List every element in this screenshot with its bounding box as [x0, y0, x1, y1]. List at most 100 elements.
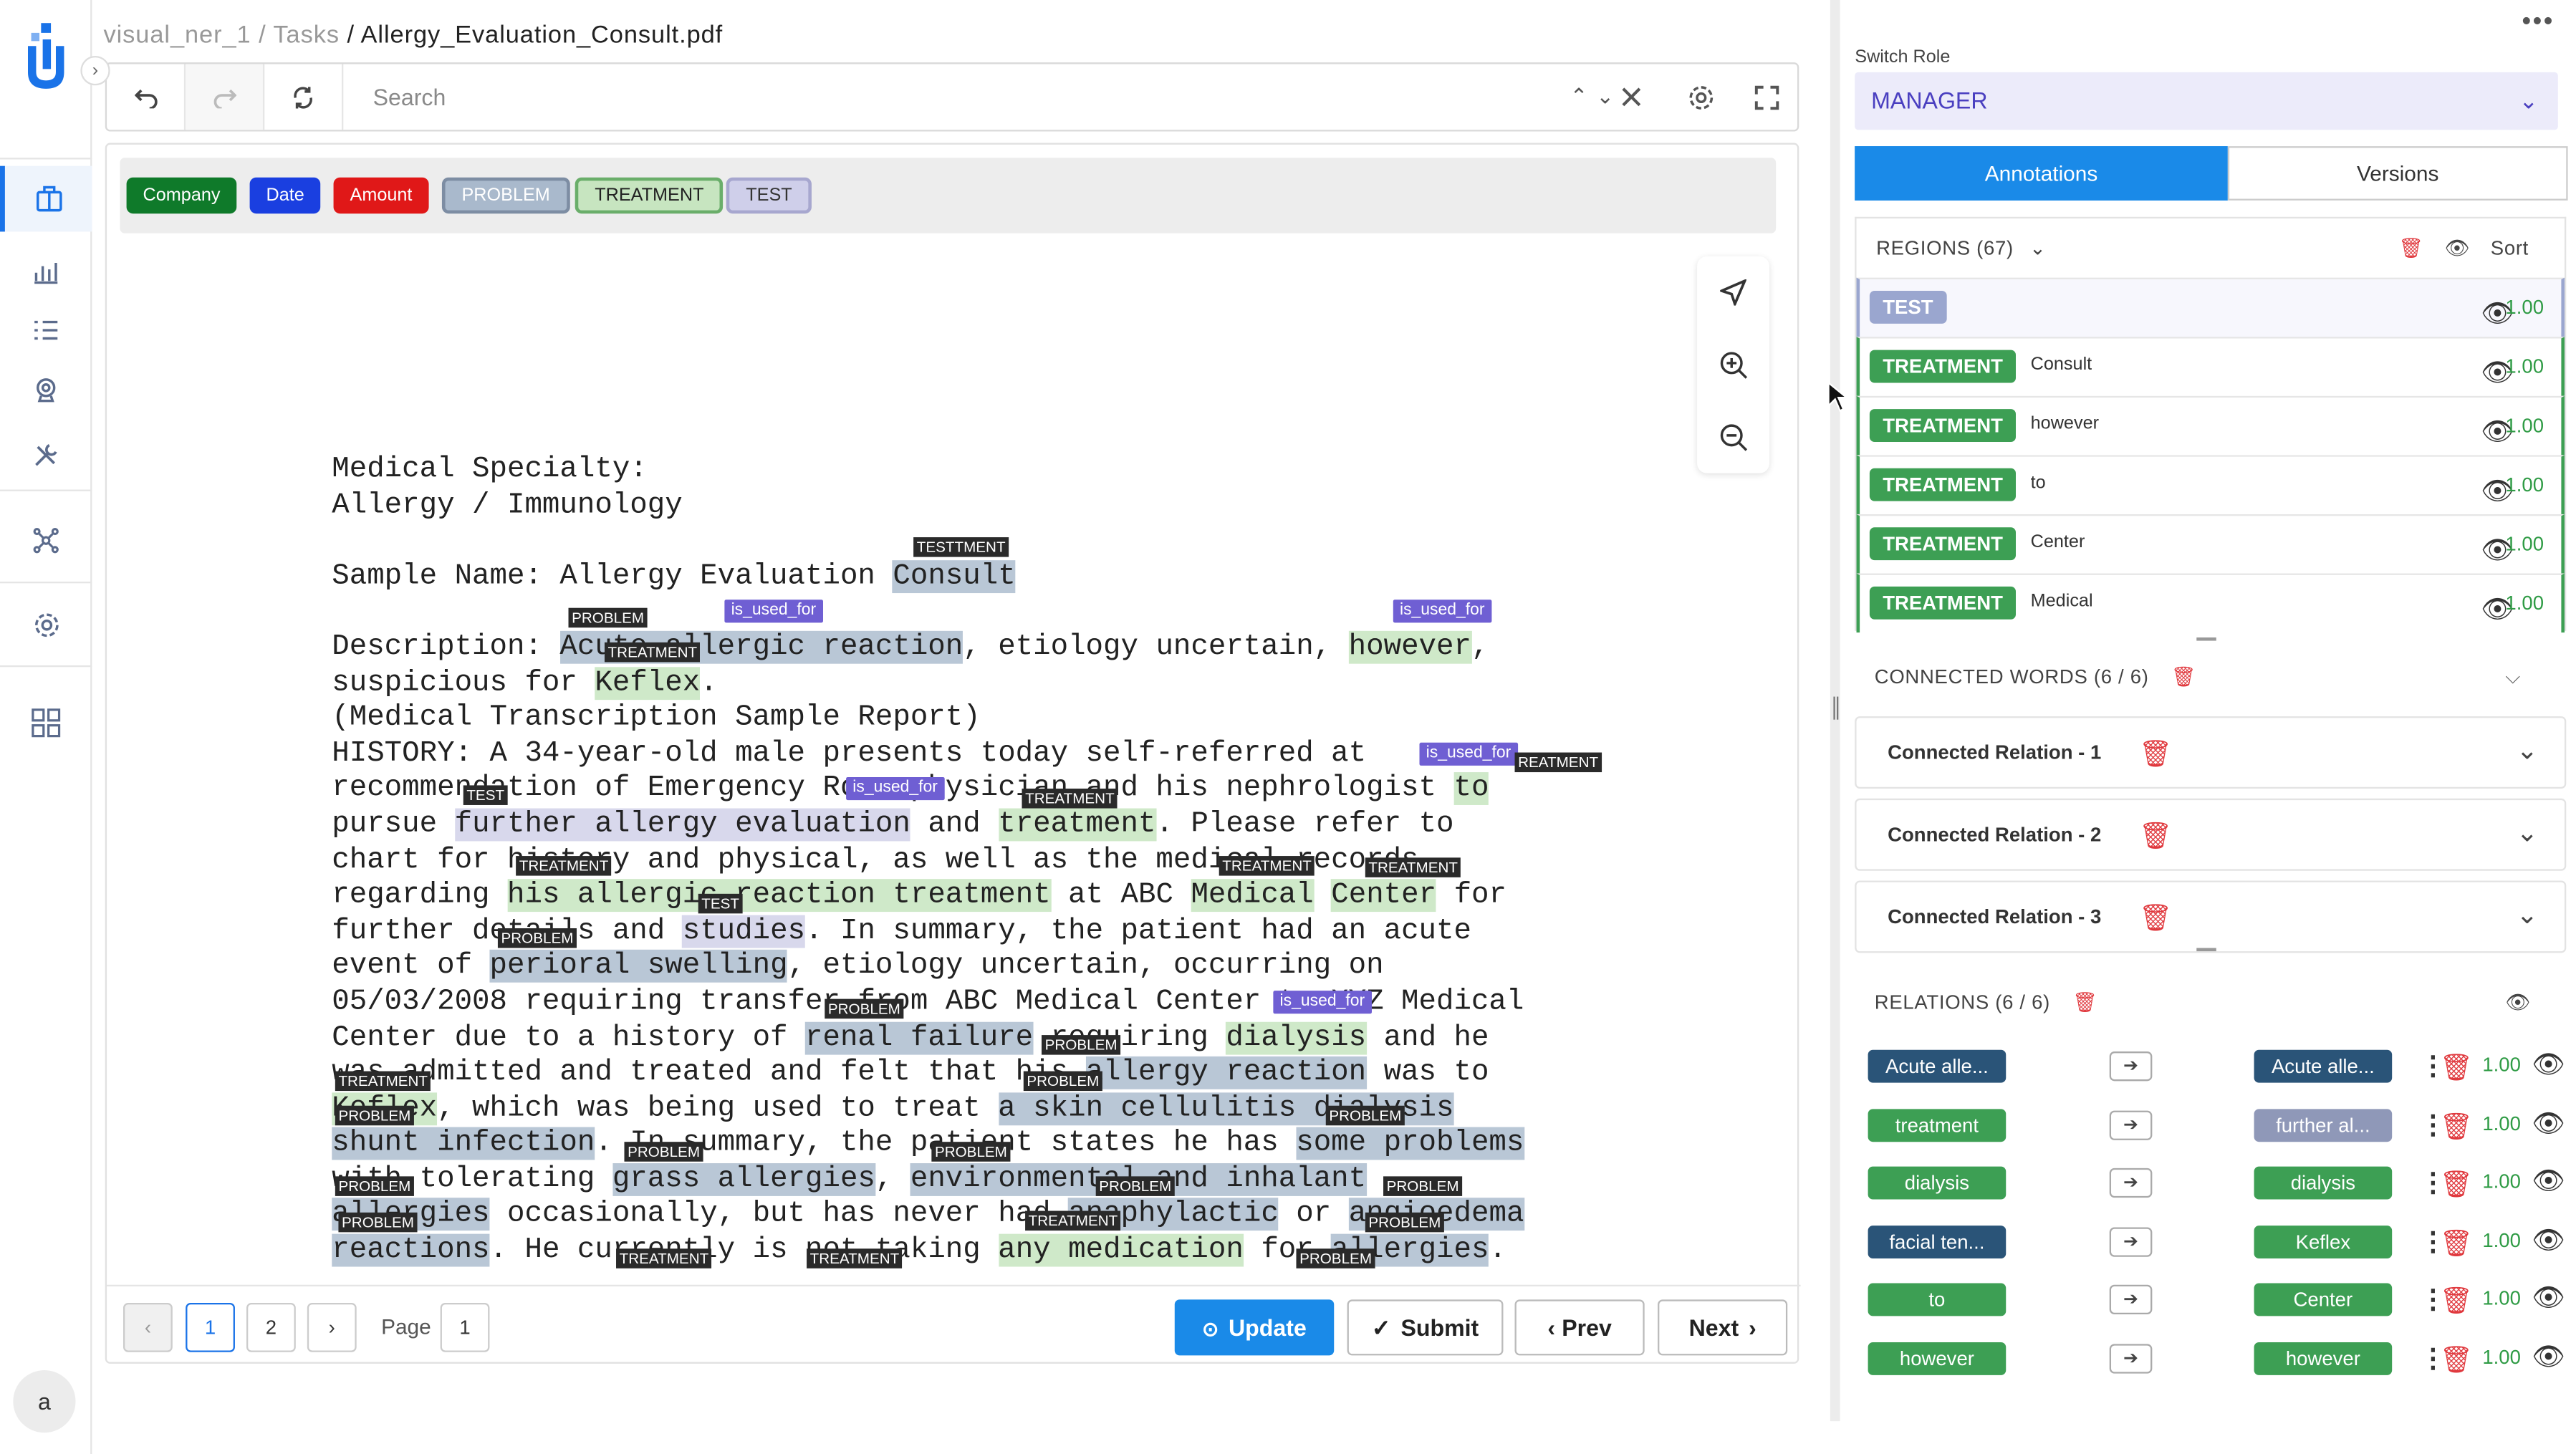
nav-settings-icon[interactable] [0, 592, 92, 658]
annotated-span[interactable]: some problems [1296, 1127, 1524, 1161]
region-tag[interactable]: TEST [463, 785, 508, 805]
relation-to[interactable]: further al... [2254, 1108, 2393, 1142]
label-problem[interactable]: PROBLEM [441, 177, 570, 214]
nav-hub-icon[interactable] [0, 508, 92, 574]
annotated-span[interactable]: renal failure [805, 1021, 1034, 1054]
annotated-span[interactable]: any medication [998, 1233, 1244, 1267]
relation-row[interactable]: facial ten... ➔ Keflex ⋮ 🗑 1.00 👁 [1855, 1212, 2566, 1271]
relation-label[interactable]: is_used_for [724, 600, 823, 623]
annotated-span[interactable]: however [1349, 630, 1471, 664]
relation-from[interactable]: facial ten... [1868, 1225, 2007, 1258]
region-tag[interactable]: TREATMENT [616, 1248, 712, 1268]
region-tag[interactable]: PROBLEM [1042, 1035, 1121, 1055]
region-row[interactable]: TREATMENT Center 👁 1.00 [1856, 514, 2565, 574]
region-tag[interactable]: PROBLEM [1296, 1248, 1375, 1268]
arrow-right-icon[interactable]: ➔ [2109, 1227, 2153, 1257]
resize-handle[interactable] [1833, 696, 1839, 720]
relation-to[interactable]: dialysis [2254, 1167, 2393, 1200]
region-tag[interactable]: PROBLEM [1365, 1212, 1444, 1233]
prev-button[interactable]: ‹ Prev [1514, 1299, 1645, 1356]
next-button[interactable]: Next › [1658, 1299, 1788, 1356]
relation-label[interactable]: is_used_for [1273, 991, 1372, 1014]
eye-icon[interactable]: 👁 [2532, 1282, 2565, 1315]
more-options-icon[interactable]: ••• [2522, 8, 2554, 37]
annotated-span[interactable]: further allergy evaluation [454, 808, 910, 841]
settings-gear-icon[interactable] [1684, 80, 1717, 113]
label-treatment[interactable]: TREATMENT [575, 177, 724, 214]
arrow-right-icon[interactable]: ➔ [2109, 1109, 2153, 1140]
region-tag[interactable]: PROBLEM [825, 998, 904, 1019]
eye-icon[interactable]: 👁 [2445, 218, 2471, 278]
relation-label[interactable]: is_used_for [1393, 600, 1491, 623]
search-clear-icon[interactable] [1615, 80, 1648, 113]
relation-row[interactable]: Acute alle... ➔ Acute alle... ⋮ 🗑 1.00 👁 [1855, 1036, 2566, 1096]
region-row[interactable]: TREATMENT to 👁 1.00 [1856, 455, 2565, 514]
region-row[interactable]: TREATMENT Consult 👁 1.00 [1856, 337, 2565, 396]
label-test[interactable]: TEST [726, 177, 812, 214]
tab-annotations[interactable]: Annotations [1855, 146, 2228, 201]
trash-icon[interactable]: 🗑 [2440, 1344, 2474, 1377]
annotated-span[interactable]: Consult [893, 559, 1016, 593]
eye-icon[interactable]: 👁 [2532, 1341, 2565, 1374]
prev-page-button[interactable]: ‹ [123, 1302, 173, 1352]
eye-icon[interactable]: 👁 [2532, 1165, 2565, 1198]
annotated-span[interactable]: dialysis [1226, 1021, 1367, 1054]
app-logo-icon[interactable] [23, 23, 69, 92]
relation-row[interactable]: to ➔ Center ⋮ 🗑 1.00 👁 [1855, 1271, 2566, 1330]
trash-icon[interactable]: 🗑 [2171, 665, 2197, 688]
label-amount[interactable]: Amount [333, 177, 429, 214]
trash-icon[interactable]: 🗑 [2139, 902, 2173, 935]
annotated-span[interactable]: allergy reaction [1085, 1056, 1367, 1090]
chevron-down-icon[interactable]: ⌄ [2517, 817, 2539, 849]
eye-icon[interactable]: 👁 [2505, 973, 2531, 1032]
trash-icon[interactable]: 🗑 [2139, 738, 2173, 771]
chevron-down-icon[interactable]: ⌄ [2517, 899, 2539, 932]
tab-versions[interactable]: Versions [2227, 146, 2568, 201]
trash-icon[interactable]: 🗑 [2440, 1286, 2474, 1319]
select-pointer-icon[interactable] [1697, 256, 1769, 329]
annotated-span[interactable]: treatment [998, 808, 1156, 841]
resize-handle[interactable] [2196, 948, 2216, 952]
nav-tools-icon[interactable] [0, 423, 92, 488]
region-tag[interactable]: TREATMENT [604, 642, 701, 663]
breadcrumb-project[interactable]: visual_ner_1 [103, 21, 251, 49]
region-tag[interactable]: TREATMENT [516, 856, 612, 876]
regions-header[interactable]: REGIONS (67) ⌄ 🗑 👁 Sort [1857, 218, 2565, 278]
update-button[interactable]: ⊙ Update [1174, 1299, 1335, 1356]
role-select[interactable]: MANAGER ⌄ [1855, 72, 2558, 130]
region-row[interactable]: TREATMENT Medical 👁 1.00 [1856, 573, 2565, 633]
eye-icon[interactable]: 👁 [2532, 1048, 2565, 1081]
annotated-span[interactable]: shunt infection [332, 1127, 595, 1161]
relation-row[interactable]: treatment ➔ further al... ⋮ 🗑 1.00 👁 [1855, 1095, 2566, 1155]
arrow-right-icon[interactable]: ➔ [2109, 1344, 2153, 1374]
relation-label[interactable]: is_used_for [846, 776, 945, 801]
nav-models-icon[interactable] [0, 357, 92, 423]
nav-analytics-icon[interactable] [0, 239, 92, 304]
relation-from[interactable]: to [1868, 1284, 2007, 1317]
region-tag[interactable]: PROBLEM [497, 928, 577, 948]
user-avatar[interactable]: a [13, 1370, 76, 1433]
page-2-button[interactable]: 2 [246, 1302, 296, 1352]
annotated-span[interactable]: his allergic reaction treatment [507, 879, 1051, 912]
arrow-right-icon[interactable]: ➔ [2109, 1168, 2153, 1198]
annotated-span[interactable]: Keflex [595, 666, 701, 699]
relation-from[interactable]: however [1868, 1342, 2007, 1375]
relation-row[interactable]: dialysis ➔ dialysis ⋮ 🗑 1.00 👁 [1855, 1154, 2566, 1213]
zoom-in-icon[interactable] [1697, 329, 1769, 401]
relation-to[interactable]: Acute alle... [2254, 1049, 2393, 1083]
region-tag[interactable]: PROBLEM [624, 1142, 703, 1162]
page-1-button[interactable]: 1 [186, 1302, 235, 1352]
submit-button[interactable]: ✓ Submit [1347, 1299, 1504, 1356]
region-tag[interactable]: PROBLEM [568, 607, 648, 628]
label-company[interactable]: Company [126, 177, 237, 214]
eye-icon[interactable]: 👁 [2532, 1223, 2565, 1256]
trash-icon[interactable]: 🗑 [2440, 1051, 2474, 1084]
collapse-all-icon[interactable]: ⌵ [2505, 647, 2521, 707]
trash-icon[interactable]: 🗑 [2440, 1168, 2474, 1201]
connected-relation[interactable]: Connected Relation - 3 🗑 ⌄ [1855, 880, 2567, 953]
region-tag[interactable]: TEST [698, 893, 743, 914]
annotated-span[interactable]: to [1453, 772, 1489, 806]
region-tag[interactable]: TREATMENT [1365, 857, 1461, 877]
relation-to[interactable]: Center [2254, 1284, 2393, 1317]
region-tag[interactable]: PROBLEM [1325, 1105, 1405, 1126]
